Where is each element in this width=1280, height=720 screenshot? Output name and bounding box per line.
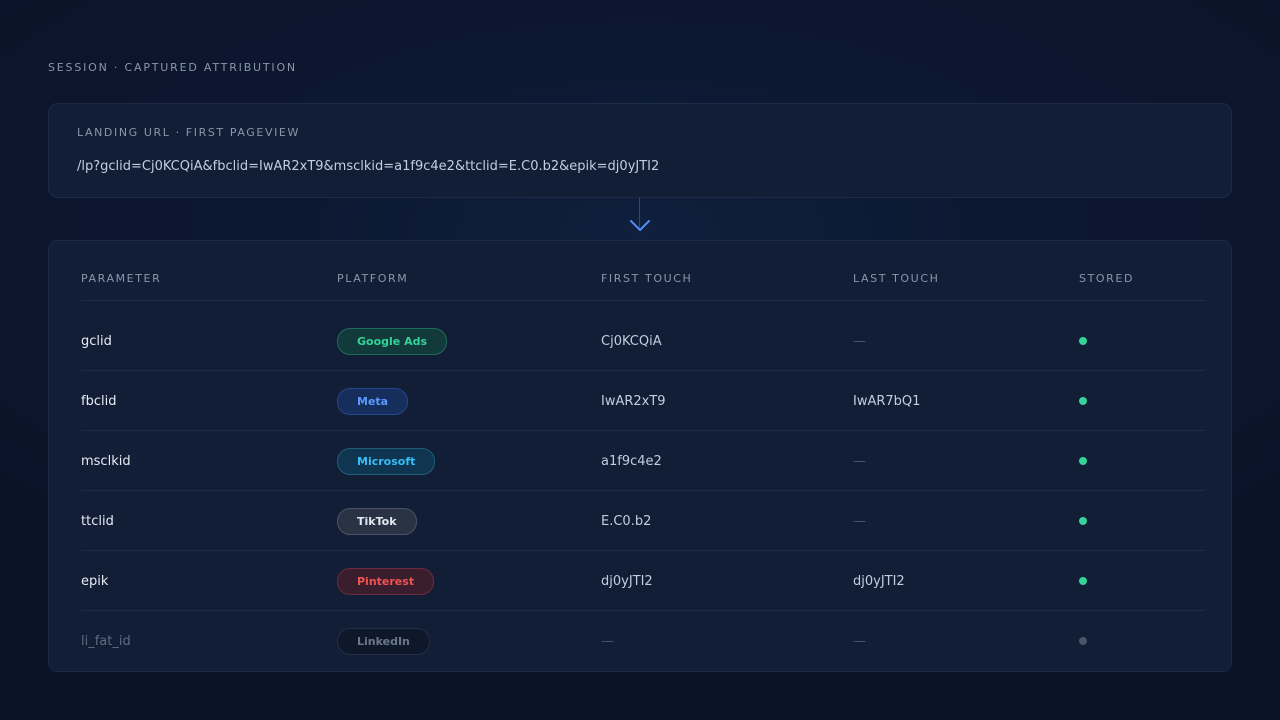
table-row[interactable]: gclid Google Ads Cj0KCQiA — [81, 311, 1205, 371]
table-header: PARAMETER PLATFORM FIRST TOUCH LAST TOUC… [81, 241, 1205, 301]
column-header-platform: PLATFORM [337, 272, 409, 285]
first-touch-value: dj0yJTI2 [601, 573, 653, 589]
stored-cell [1079, 311, 1087, 371]
platform-cell: Microsoft [337, 431, 436, 491]
stored-cell [1079, 551, 1087, 611]
stored-status-dot [1079, 457, 1087, 465]
last-touch-value: dj0yJTI2 [853, 573, 905, 589]
stored-status-dot [1079, 337, 1087, 345]
platform-cell: Meta [337, 371, 409, 431]
parameter-name: ttclid [81, 513, 114, 529]
stored-cell [1079, 371, 1087, 431]
last-touch-value: — [853, 453, 866, 469]
platform-cell: LinkedIn [337, 611, 430, 671]
platform-cell: Google Ads [337, 311, 448, 371]
column-header-parameter: PARAMETER [81, 272, 162, 285]
chevron-down-icon [630, 220, 650, 231]
parameter-name: epik [81, 573, 109, 589]
column-header-stored: STORED [1079, 272, 1135, 285]
attribution-table: PARAMETER PLATFORM FIRST TOUCH LAST TOUC… [48, 240, 1232, 672]
last-touch-value: — [853, 513, 866, 529]
platform-badge: LinkedIn [337, 627, 430, 655]
first-touch-value: Cj0KCQiA [601, 333, 662, 349]
platform-badge: Google Ads [337, 327, 448, 355]
stored-cell [1079, 431, 1087, 491]
table-row[interactable]: msclkid Microsoft a1f9c4e2 — [81, 431, 1205, 491]
table-row[interactable]: li_fat_id LinkedIn — — [81, 611, 1205, 671]
stored-status-dot [1079, 397, 1087, 405]
parameter-name: fbclid [81, 393, 117, 409]
landing-url-card: LANDING URL · FIRST PAGEVIEW /lp?gclid=C… [48, 103, 1232, 198]
platform-badge: Microsoft [337, 447, 436, 475]
platform-cell: Pinterest [337, 551, 435, 611]
table-row[interactable]: epik Pinterest dj0yJTI2 dj0yJTI2 [81, 551, 1205, 611]
column-header-first-touch: FIRST TOUCH [601, 272, 693, 285]
first-touch-value: IwAR2xT9 [601, 393, 666, 409]
parameter-name: li_fat_id [81, 633, 131, 649]
table-row[interactable]: fbclid Meta IwAR2xT9 IwAR7bQ1 [81, 371, 1205, 431]
first-touch-value: — [601, 633, 614, 649]
stored-status-dot [1079, 577, 1087, 585]
column-header-last-touch: LAST TOUCH [853, 272, 940, 285]
stored-status-dot [1079, 637, 1087, 645]
section-eyebrow: SESSION · CAPTURED ATTRIBUTION [48, 61, 297, 74]
first-touch-value: a1f9c4e2 [601, 453, 662, 469]
stored-cell [1079, 611, 1087, 671]
table-row[interactable]: ttclid TikTok E.C0.b2 — [81, 491, 1205, 551]
landing-url-value[interactable]: /lp?gclid=Cj0KCQiA&fbclid=IwAR2xT9&msclk… [77, 159, 659, 174]
last-touch-value: — [853, 333, 866, 349]
platform-badge: Pinterest [337, 567, 435, 595]
last-touch-value: IwAR7bQ1 [853, 393, 921, 409]
stored-cell [1079, 491, 1087, 551]
parameter-name: gclid [81, 333, 112, 349]
first-touch-value: E.C0.b2 [601, 513, 652, 529]
platform-badge: TikTok [337, 507, 417, 535]
stored-status-dot [1079, 517, 1087, 525]
parameter-name: msclkid [81, 453, 131, 469]
last-touch-value: — [853, 633, 866, 649]
platform-badge: Meta [337, 387, 409, 415]
platform-cell: TikTok [337, 491, 417, 551]
landing-url-label: LANDING URL · FIRST PAGEVIEW [77, 126, 300, 139]
